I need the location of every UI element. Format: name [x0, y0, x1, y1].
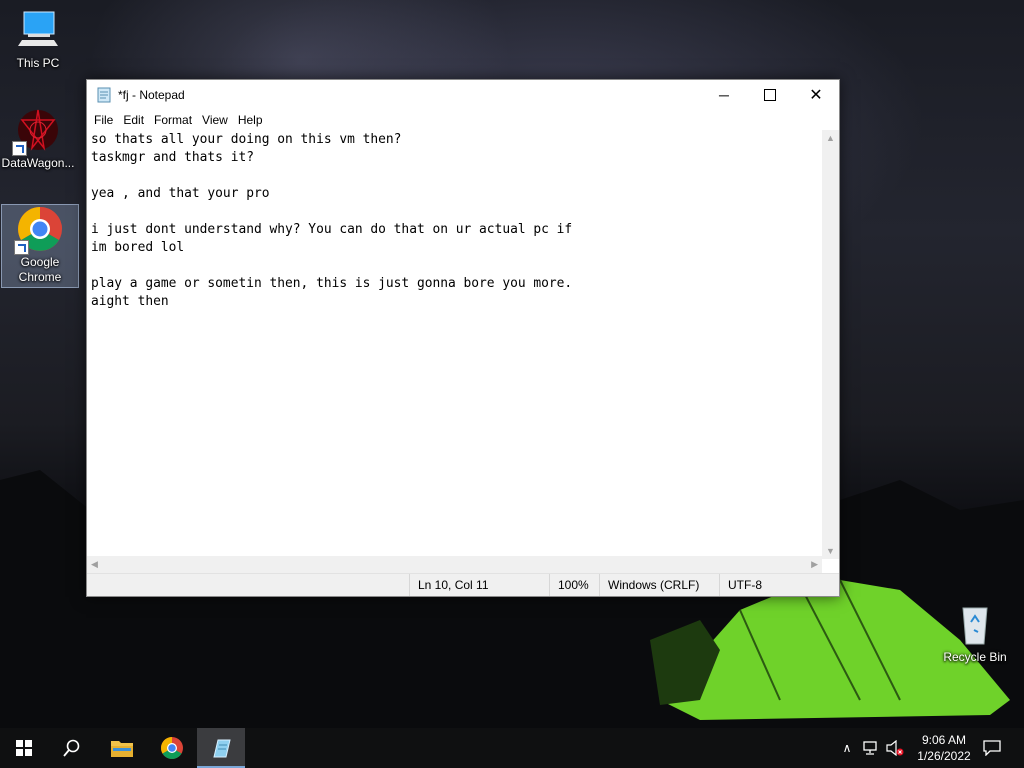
title-bar[interactable]: *fj - Notepad ─ ✕: [87, 80, 839, 110]
taskbar-clock[interactable]: 9:06 AM 1/26/2022: [904, 732, 984, 764]
start-button[interactable]: [0, 728, 48, 768]
editor-content[interactable]: so thats all your doing on this vm then?…: [87, 130, 822, 312]
recycle-bin-icon: [951, 600, 999, 648]
desktop-icon-recycle-bin[interactable]: Recycle Bin: [937, 600, 1013, 665]
maximize-button[interactable]: [747, 80, 793, 110]
menu-file[interactable]: File: [89, 113, 118, 127]
desktop-icon-label: Recycle Bin: [943, 650, 1007, 664]
status-bar: Ln 10, Col 11 100% Windows (CRLF) UTF-8: [87, 573, 839, 596]
menu-help[interactable]: Help: [233, 113, 268, 127]
chevron-up-icon: ∧: [842, 741, 852, 755]
search-icon: [63, 739, 80, 757]
taskbar: ∧ 9:06 AM 1/26/2022: [0, 728, 1024, 768]
network-icon: [863, 741, 877, 755]
search-button[interactable]: [48, 728, 96, 768]
window-title: *fj - Notepad: [118, 88, 185, 102]
vertical-scrollbar[interactable]: ▲ ▼: [822, 130, 839, 559]
status-cursor-position: Ln 10, Col 11: [409, 574, 549, 596]
start-icon: [16, 740, 32, 756]
scroll-down-icon[interactable]: ▼: [826, 546, 835, 556]
status-line-ending: Windows (CRLF): [599, 574, 719, 596]
desktop-icon-label: This PC: [16, 56, 60, 70]
horizontal-scrollbar[interactable]: ◀ ▶: [87, 556, 822, 573]
chrome-icon: [161, 737, 183, 759]
desktop-icon-datawagon[interactable]: DataWagon...: [0, 106, 76, 171]
taskbar-notepad[interactable]: [197, 728, 245, 768]
file-explorer-icon: [111, 741, 133, 757]
close-icon: ✕: [809, 87, 823, 104]
clock-time: 9:06 AM: [921, 733, 967, 747]
menu-bar: File Edit Format View Help: [87, 110, 839, 130]
menu-format[interactable]: Format: [149, 113, 197, 127]
minimize-button[interactable]: ─: [701, 80, 747, 110]
text-editor[interactable]: so thats all your doing on this vm then?…: [87, 130, 822, 586]
computer-icon: [14, 6, 62, 54]
notepad-icon: [213, 739, 231, 758]
maximize-icon: [764, 89, 776, 101]
tray-network[interactable]: [860, 728, 882, 768]
taskbar-chrome[interactable]: [148, 728, 196, 768]
tray-overflow-button[interactable]: ∧: [838, 728, 856, 768]
desktop-icon-this-pc[interactable]: This PC: [0, 6, 76, 71]
clock-date: 1/26/2022: [917, 749, 971, 763]
notification-icon: [983, 740, 1001, 756]
chrome-icon: [14, 205, 64, 255]
tray-volume[interactable]: [884, 728, 906, 768]
shortcut-arrow-icon: [12, 141, 27, 156]
status-encoding: UTF-8: [719, 574, 839, 596]
taskbar-file-explorer[interactable]: [98, 728, 146, 768]
status-zoom: 100%: [549, 574, 599, 596]
desktop-icon-label: Google Chrome: [18, 255, 62, 284]
scroll-up-icon[interactable]: ▲: [826, 133, 835, 143]
shortcut-arrow-icon: [14, 240, 29, 255]
menu-edit[interactable]: Edit: [118, 113, 149, 127]
menu-view[interactable]: View: [197, 113, 233, 127]
notepad-window: *fj - Notepad ─ ✕ File Edit Format View …: [86, 79, 840, 597]
scroll-left-icon[interactable]: ◀: [91, 559, 98, 570]
notepad-icon: [97, 87, 111, 103]
action-center-button[interactable]: [978, 728, 1006, 768]
desktop-icon-google-chrome[interactable]: Google Chrome: [1, 204, 79, 288]
close-button[interactable]: ✕: [793, 80, 839, 110]
volume-muted-icon: [886, 740, 904, 756]
minimize-icon: ─: [719, 87, 729, 103]
scroll-right-icon[interactable]: ▶: [811, 559, 818, 570]
desktop-icon-label: DataWagon...: [1, 156, 75, 170]
datawagon-icon: [12, 106, 62, 156]
